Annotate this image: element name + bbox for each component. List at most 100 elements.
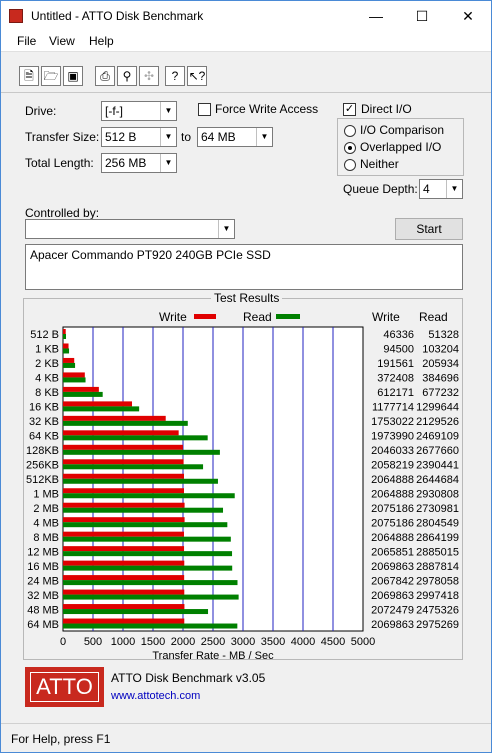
write-value: 2069863 bbox=[371, 561, 414, 573]
read-value: 2390441 bbox=[416, 460, 459, 472]
write-bar bbox=[63, 560, 185, 566]
read-bar bbox=[63, 464, 204, 470]
read-bar bbox=[63, 478, 218, 484]
write-value: 2046033 bbox=[371, 445, 414, 457]
y-tick-label: 2 MB bbox=[33, 503, 59, 515]
read-value: 205934 bbox=[422, 358, 459, 370]
write-bar bbox=[63, 386, 99, 392]
read-bar bbox=[63, 594, 239, 600]
read-bar bbox=[63, 348, 70, 354]
y-tick-label: 4 KB bbox=[35, 373, 59, 385]
read-bar bbox=[63, 420, 188, 426]
read-bar bbox=[63, 391, 103, 397]
write-value: 2069863 bbox=[371, 619, 414, 631]
read-bar bbox=[63, 536, 231, 542]
write-bar bbox=[63, 401, 133, 407]
read-value: 2975269 bbox=[416, 619, 459, 631]
atto-website-link[interactable]: www.attotech.com bbox=[111, 690, 200, 702]
write-bar bbox=[63, 459, 184, 465]
y-tick-label: 48 MB bbox=[27, 604, 59, 616]
write-value: 46336 bbox=[383, 329, 414, 341]
x-tick-label: 2500 bbox=[201, 636, 225, 648]
write-value: 2075186 bbox=[371, 517, 414, 529]
x-tick-label: 4000 bbox=[291, 636, 315, 648]
x-tick-label: 1000 bbox=[111, 636, 135, 648]
read-value: 2978058 bbox=[416, 575, 459, 587]
y-tick-label: 2 KB bbox=[35, 358, 59, 370]
write-value: 2064888 bbox=[371, 488, 414, 500]
y-tick-label: 512KB bbox=[26, 474, 59, 486]
y-tick-label: 16 MB bbox=[27, 561, 59, 573]
read-value: 2804549 bbox=[416, 517, 459, 529]
x-tick-label: 500 bbox=[84, 636, 102, 648]
status-text: For Help, press F1 bbox=[11, 732, 111, 746]
write-bar bbox=[63, 531, 184, 537]
write-bar bbox=[63, 357, 75, 363]
x-tick-label: 5000 bbox=[351, 636, 375, 648]
y-tick-label: 128KB bbox=[26, 445, 59, 457]
y-tick-label: 64 KB bbox=[29, 431, 59, 443]
y-tick-label: 32 MB bbox=[27, 590, 59, 602]
write-value: 2065851 bbox=[371, 546, 414, 558]
write-bar bbox=[63, 372, 85, 378]
app-window: Untitled - ATTO Disk Benchmark — ☐ ✕ Fil… bbox=[0, 0, 492, 753]
x-axis-label: Transfer Rate - MB / Sec bbox=[152, 650, 274, 662]
read-bar bbox=[63, 334, 67, 339]
read-value: 2997418 bbox=[416, 590, 459, 602]
product-name: ATTO Disk Benchmark v3.05 bbox=[111, 671, 266, 685]
y-tick-label: 1 MB bbox=[33, 488, 59, 500]
y-tick-label: 4 MB bbox=[33, 517, 59, 529]
y-tick-label: 32 KB bbox=[29, 416, 59, 428]
write-bar bbox=[63, 430, 179, 436]
write-value: 2064888 bbox=[371, 532, 414, 544]
read-value: 2129526 bbox=[416, 416, 459, 428]
read-value: 2469109 bbox=[416, 431, 459, 443]
y-tick-label: 24 MB bbox=[27, 575, 59, 587]
write-bar bbox=[63, 575, 185, 581]
read-bar bbox=[63, 406, 140, 412]
read-bar bbox=[63, 551, 233, 557]
x-tick-label: 4500 bbox=[321, 636, 345, 648]
read-value: 2644684 bbox=[416, 474, 459, 486]
read-value: 2475326 bbox=[416, 604, 459, 616]
write-bar bbox=[63, 604, 185, 610]
write-value: 1177714 bbox=[372, 402, 414, 414]
write-value: 94500 bbox=[383, 344, 414, 356]
read-bar bbox=[63, 377, 86, 383]
x-tick-label: 3500 bbox=[261, 636, 285, 648]
write-value: 1973990 bbox=[371, 431, 414, 443]
read-bar bbox=[63, 449, 220, 455]
write-value: 2072479 bbox=[371, 604, 414, 616]
write-bar bbox=[63, 517, 185, 523]
y-tick-label: 512 B bbox=[30, 329, 59, 341]
write-bar bbox=[63, 473, 184, 479]
x-tick-label: 3000 bbox=[231, 636, 255, 648]
write-bar bbox=[63, 444, 183, 450]
write-bar bbox=[63, 343, 69, 349]
x-tick-label: 1500 bbox=[141, 636, 165, 648]
read-bar bbox=[63, 609, 209, 615]
write-bar bbox=[63, 415, 166, 421]
write-bar bbox=[63, 488, 184, 494]
write-value: 2058219 bbox=[371, 460, 414, 472]
write-value: 1753022 bbox=[371, 416, 414, 428]
write-value: 2067842 bbox=[371, 575, 414, 587]
write-value: 612171 bbox=[377, 387, 414, 399]
atto-logo: ATTO bbox=[25, 667, 104, 707]
read-bar bbox=[63, 565, 233, 571]
read-bar bbox=[63, 522, 228, 528]
read-value: 2887814 bbox=[416, 561, 459, 573]
y-tick-label: 16 KB bbox=[29, 402, 59, 414]
read-value: 2864199 bbox=[416, 532, 459, 544]
y-tick-label: 8 KB bbox=[35, 387, 59, 399]
y-tick-label: 256KB bbox=[26, 460, 59, 472]
read-bar bbox=[63, 435, 208, 441]
write-value: 2069863 bbox=[371, 590, 414, 602]
read-value: 2677660 bbox=[416, 445, 459, 457]
write-bar bbox=[63, 618, 185, 624]
write-value: 372408 bbox=[377, 373, 414, 385]
x-tick-label: 2000 bbox=[171, 636, 195, 648]
status-bar: For Help, press F1 bbox=[1, 723, 491, 752]
read-bar bbox=[63, 362, 76, 368]
y-tick-label: 64 MB bbox=[27, 619, 59, 631]
